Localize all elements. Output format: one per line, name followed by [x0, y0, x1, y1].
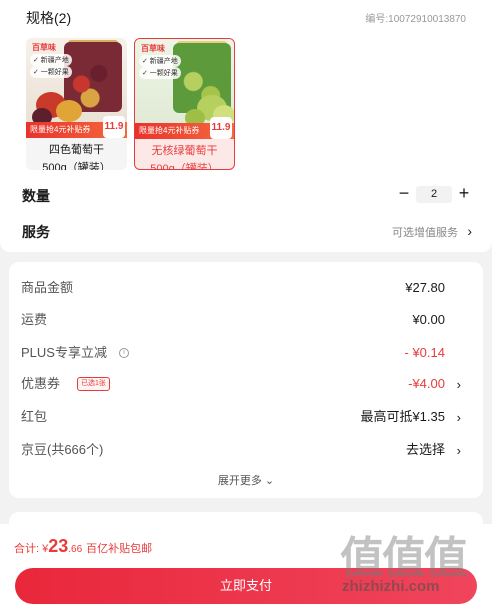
red-packet-value: 最高可抵¥1.35: [360, 409, 445, 424]
variant-thumbnail: 百草味 ✓ 新疆产地 ✓ 一颗好果 限量抢4元补贴券 11.9: [26, 38, 127, 138]
coupon-value: -¥4.00: [408, 376, 445, 391]
chevron-right-icon[interactable]: ›: [467, 224, 472, 238]
spec-card: 规格(2) 编号:10072910013870 百草味 ✓ 新疆产地 ✓ 一颗好…: [0, 0, 492, 252]
shipping-row: 运费 ¥0.00: [21, 310, 471, 330]
goods-amount-label: 商品金额: [21, 280, 74, 295]
coupon-selected-badge: 已选1张: [77, 377, 110, 391]
info-icon[interactable]: i: [119, 348, 129, 358]
price-summary-card: 商品金额 ¥27.80 运费 ¥0.00 PLUS专享立减 i - ¥0.14 …: [9, 262, 483, 498]
checkout-footer: 合计: ¥23.66 百亿补贴包邮 立即支付: [0, 524, 492, 609]
total-amount: 合计: ¥23.66 百亿补贴包邮: [14, 536, 152, 557]
quantity-label: 数量: [22, 188, 50, 204]
expand-more-button[interactable]: 展开更多 ⌄: [9, 472, 483, 488]
feature-badge: ✓ 一颗好果: [139, 67, 181, 79]
feature-badge: ✓ 新疆产地: [139, 55, 181, 67]
chevron-right-icon[interactable]: ›: [457, 410, 461, 425]
feature-badge: ✓ 一颗好果: [30, 66, 72, 78]
plus-discount-value: - ¥0.14: [404, 345, 445, 360]
promo-price: 11.9: [210, 117, 232, 139]
jingdou-row[interactable]: 京豆(共666个) 去选择 ›: [21, 440, 471, 460]
variant-option-four-color-raisins[interactable]: 百草味 ✓ 新疆产地 ✓ 一颗好果 限量抢4元补贴券 11.9 四色葡萄干 50…: [26, 38, 127, 170]
total-decimal: .66: [68, 544, 83, 555]
service-option-link[interactable]: 可选增值服务: [392, 224, 458, 240]
shipping-value: ¥0.00: [412, 312, 445, 327]
variant-name: 无核绿葡萄干: [151, 145, 218, 157]
plus-discount-row: PLUS专享立减 i - ¥0.14: [21, 343, 471, 363]
service-label: 服务: [22, 224, 50, 240]
total-integer: 23: [48, 536, 69, 556]
spec-title: 规格(2): [26, 10, 72, 26]
raisin-image: [56, 100, 82, 122]
red-packet-label: 红包: [21, 409, 48, 424]
variant-name: 四色葡萄干: [49, 144, 104, 156]
variant-size: 500g（罐装）: [150, 163, 219, 170]
brand-logo: 百草味: [141, 44, 165, 53]
coupon-label: 优惠券: [21, 376, 61, 391]
jingdou-label: 京豆(共666个): [21, 442, 104, 457]
chevron-right-icon[interactable]: ›: [457, 443, 461, 458]
plus-discount-label: PLUS专享立减: [21, 345, 107, 360]
coupon-row[interactable]: 优惠券 已选1张 -¥4.00 ›: [21, 374, 471, 394]
subsidy-note: 百亿补贴包邮: [86, 543, 153, 555]
brand-logo: 百草味: [32, 43, 56, 52]
variant-size: 500g（罐装）: [42, 162, 111, 170]
red-packet-row[interactable]: 红包 最高可抵¥1.35 ›: [21, 407, 471, 427]
feature-badge: ✓ 新疆产地: [30, 54, 72, 66]
variant-option-green-seedless-raisins[interactable]: 百草味 ✓ 新疆产地 ✓ 一颗好果 限量抢4元补贴券 11.9 无核绿葡萄干 5…: [134, 38, 235, 170]
goods-amount-row: 商品金额 ¥27.80: [21, 278, 471, 298]
chevron-right-icon[interactable]: ›: [457, 377, 461, 392]
pay-now-button[interactable]: 立即支付: [15, 568, 477, 604]
quantity-input[interactable]: 2: [416, 186, 452, 203]
quantity-increase-button[interactable]: +: [457, 184, 471, 202]
product-code: 编号:10072910013870: [365, 14, 466, 25]
total-prefix: 合计: ¥: [14, 543, 49, 555]
variant-thumbnail: 百草味 ✓ 新疆产地 ✓ 一颗好果 限量抢4元补贴券 11.9: [135, 39, 234, 139]
shipping-label: 运费: [21, 312, 48, 327]
quantity-decrease-button[interactable]: −: [397, 184, 411, 202]
goods-amount-value: ¥27.80: [405, 280, 445, 295]
jingdou-value: 去选择: [405, 442, 445, 457]
promo-price: 11.9: [103, 116, 125, 138]
